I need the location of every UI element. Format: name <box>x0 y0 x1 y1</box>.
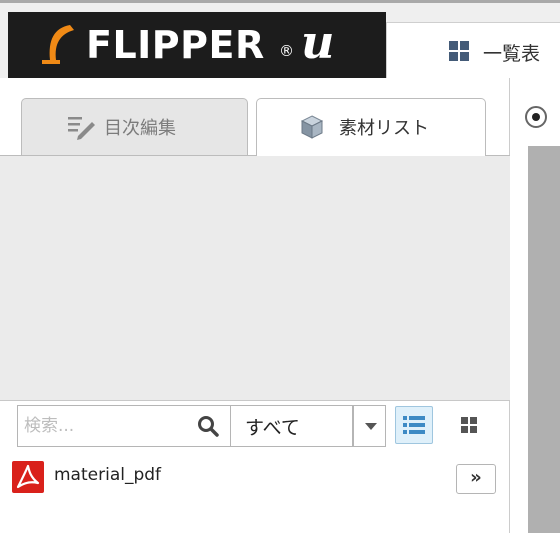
cube-icon <box>300 115 324 139</box>
file-name: material_pdf <box>54 465 162 485</box>
tab-toc-edit[interactable]: 目次編集 <box>21 98 248 156</box>
tab-material-list[interactable]: 素材リスト <box>256 98 486 157</box>
list-item[interactable]: material_pdf <box>10 458 500 496</box>
radio-button[interactable] <box>525 106 547 128</box>
tab-list-view[interactable]: 一覧表 <box>386 22 560 78</box>
logo-wordmark: FLIPPER <box>86 23 265 67</box>
grid-icon <box>461 417 477 433</box>
filter-value: すべて <box>245 417 300 439</box>
expand-button[interactable]: » <box>456 464 496 494</box>
search-icon[interactable] <box>196 414 220 438</box>
tab-list-label: 一覧表 <box>483 43 541 65</box>
filter-select[interactable]: すべて <box>231 405 353 447</box>
divider <box>0 400 510 401</box>
tab-toc-label: 目次編集 <box>104 118 176 139</box>
radio-dot <box>532 113 540 121</box>
search-input[interactable] <box>24 412 189 440</box>
filter-dropdown-button[interactable] <box>353 405 386 447</box>
flipper-logo: FLIPPER ® u <box>8 12 386 78</box>
preview-area <box>0 156 510 400</box>
search-box <box>17 405 231 447</box>
top-border <box>0 0 560 3</box>
logo-registered-mark: ® <box>279 42 294 60</box>
swoosh-icon <box>42 25 74 64</box>
right-panel <box>528 146 560 533</box>
chevron-down-icon <box>365 423 377 430</box>
edit-list-icon <box>68 117 95 140</box>
logo-suffix: u <box>301 15 335 69</box>
pdf-icon <box>12 461 44 493</box>
tab-material-label: 素材リスト <box>339 118 429 139</box>
grid-icon <box>449 41 469 61</box>
list-view-button[interactable] <box>395 406 433 444</box>
grid-view-button[interactable] <box>459 415 479 435</box>
list-icon <box>403 416 425 434</box>
